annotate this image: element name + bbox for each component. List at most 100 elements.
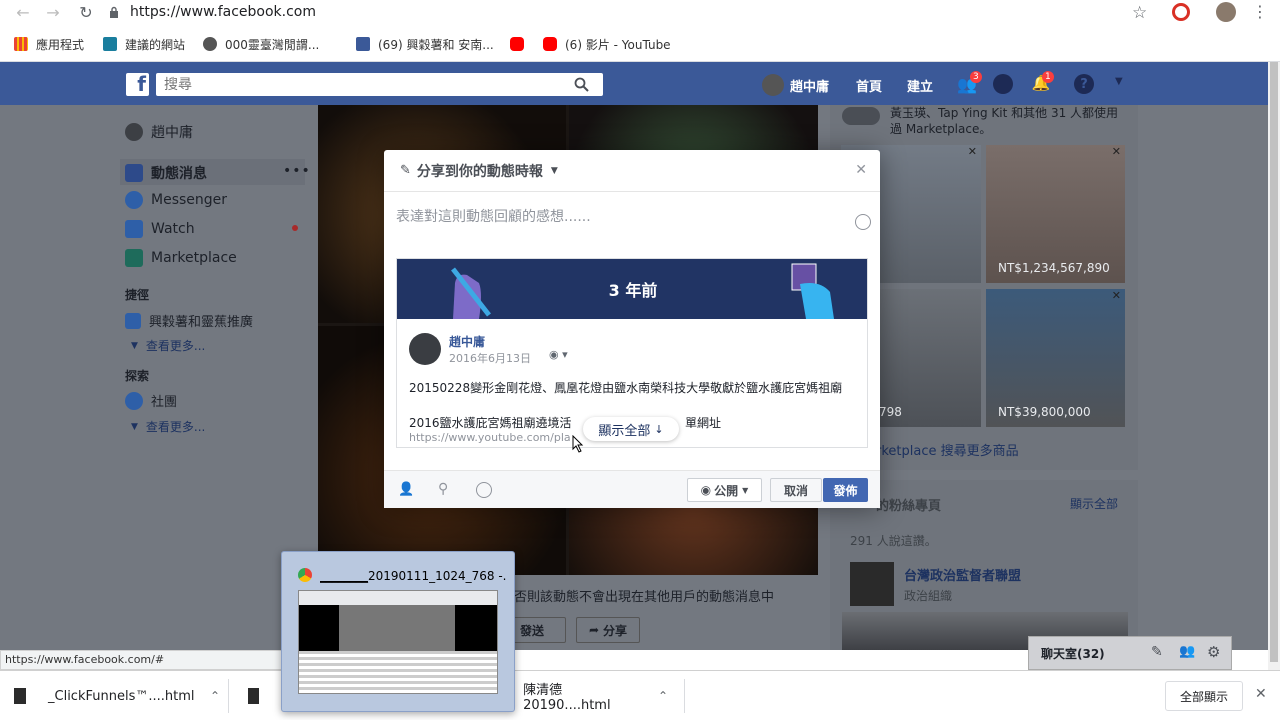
user-avatar[interactable] [762, 74, 784, 96]
listing-photo[interactable]: ✕ NT$39,800,000 [986, 289, 1125, 427]
back-icon[interactable]: ← [14, 3, 32, 22]
preview-title-text: 20190111_1024_768 -... [368, 569, 506, 583]
profile-avatar[interactable] [1216, 2, 1236, 22]
chat-bar[interactable]: 聊天室(32) ✎ 👥 ⚙ [1028, 636, 1232, 670]
sidebar-item-messenger[interactable]: Messenger [125, 191, 227, 209]
download-options-chevron-icon[interactable]: ⌃ [210, 689, 220, 703]
page-likes-count: 291 人說這讚。 [850, 534, 937, 548]
memory-banner: 3 年前 [397, 259, 867, 319]
menu-dots-icon[interactable]: ⋮ [1252, 2, 1268, 21]
bookmark-star-icon[interactable]: ☆ [1132, 3, 1147, 23]
share-comment-input[interactable]: 表達對這則動態回顧的感想...... [396, 206, 766, 244]
share-button[interactable]: ➦ 分享 [576, 617, 640, 643]
post-author[interactable]: 趙中庸 [449, 333, 485, 350]
messenger-icon[interactable] [993, 74, 1013, 94]
edit-pencil-icon: ✎ [400, 163, 411, 178]
sidebar-item-news-feed[interactable]: 動態消息 [125, 163, 207, 183]
post-visibility-notice: 否則該動態不會出現在其他用戶的動態消息中 [514, 590, 775, 605]
account-menu-chevron-icon[interactable]: ▼ [1115, 76, 1123, 87]
download-options-chevron-icon[interactable]: ⌃ [658, 689, 668, 703]
forward-icon[interactable]: → [44, 3, 62, 22]
page-thumbnail[interactable] [850, 562, 894, 606]
search-box[interactable] [156, 73, 603, 96]
bookmark-4[interactable]: (69) 興穀薯和 安南... [356, 33, 494, 55]
page-scrollbar[interactable] [1268, 62, 1280, 670]
page-name-link[interactable]: 台灣政治監督者聯盟 [904, 565, 1021, 584]
cancel-button[interactable]: 取消 [770, 478, 822, 502]
post-label: 發佈 [833, 483, 858, 498]
chat-settings-gear-icon[interactable]: ⚙ [1207, 643, 1220, 661]
post-date[interactable]: 2016年6月13日 [449, 350, 531, 366]
nav-home[interactable]: 首頁 [856, 76, 882, 95]
show-all-button[interactable]: 顯示全部 ↓ [583, 417, 679, 441]
dialog-title[interactable]: 分享到你的動態時報 [417, 161, 543, 181]
tag-friends-icon[interactable]: 👤 [398, 482, 414, 497]
html-file-icon [14, 688, 26, 704]
friends-avatars [842, 107, 880, 125]
browser-chrome: ← → ↻ https://www.facebook.com ☆ ⋮ 應用程式 … [0, 0, 1280, 62]
taskbar-window-preview[interactable]: ________20190111_1024_768 -... [281, 551, 515, 712]
bookmark-apps[interactable]: 應用程式 [14, 33, 84, 55]
sidebar-item-marketplace[interactable]: Marketplace [125, 249, 237, 267]
marketplace-search-more-link[interactable]: rketplace 搜尋更多商品 [876, 440, 1019, 459]
shortcut-item[interactable]: 興穀薯和靈蕉推廣 [125, 311, 253, 330]
location-pin-icon[interactable]: ⚲ [438, 481, 448, 497]
close-icon[interactable]: ✕ [1112, 289, 1121, 302]
search-icon[interactable] [573, 76, 589, 92]
post-text-line2: 2016鹽水護庇宮媽祖廟遶境活 [409, 416, 572, 430]
help-icon[interactable]: ? [1074, 74, 1094, 94]
bookmark-3[interactable]: 000靈臺灣閒謂... [203, 33, 319, 55]
share-target-chevron-icon[interactable]: ▼ [551, 166, 558, 176]
privacy-selector[interactable]: ◉ 公開 ▼ [687, 478, 762, 502]
see-more-explore[interactable]: ▼ 查看更多... [125, 418, 205, 435]
compose-icon[interactable]: ✎ [1151, 644, 1163, 660]
group-chat-icon[interactable]: 👥 [1179, 644, 1195, 659]
screen: ← → ↻ https://www.facebook.com ☆ ⋮ 應用程式 … [0, 0, 1280, 720]
sidebar-item-label: Watch [151, 221, 195, 237]
html-file-icon [248, 688, 260, 704]
more-options-icon[interactable]: ••• [283, 163, 311, 179]
listing-price: NT$39,800,000 [998, 405, 1091, 419]
download-filename: 陳清德20190....html [523, 683, 611, 713]
close-icon[interactable]: ✕ [855, 162, 867, 178]
post-text: 20150228變形金剛花燈、鳳凰花燈由鹽水南榮科技大學敬獻於鹽水護庇宮媽祖廟 [409, 381, 843, 395]
search-input[interactable] [156, 73, 556, 96]
left-user-item[interactable]: 趙中庸 [125, 122, 193, 142]
listing-photo[interactable]: ✕ NT$1,234,567,890 [986, 145, 1125, 283]
close-download-shelf-icon[interactable]: ✕ [1255, 686, 1267, 702]
post-link[interactable]: https://www.youtube.com/pla [409, 431, 571, 444]
avatar[interactable] [409, 333, 441, 365]
page-category: 政治組織 [904, 589, 953, 603]
marketplace-friends-text: 黃玉瑛、Tap Ying Kit 和其他 31 人都使用過 Marketplac… [890, 106, 1119, 136]
see-more-shortcuts[interactable]: ▼ 查看更多... [125, 337, 205, 354]
emoji-icon[interactable] [855, 214, 871, 230]
close-icon[interactable]: ✕ [1112, 145, 1121, 158]
share-arrow-icon: ➦ [588, 623, 600, 637]
bookmark-youtube[interactable]: (6) 影片 - YouTube [543, 33, 671, 55]
sidebar-item-watch[interactable]: Watch [125, 220, 195, 238]
show-all-label: 顯示全部 [598, 423, 651, 439]
chrome-icon [298, 568, 312, 582]
sidebar-item-groups[interactable]: 社團 [125, 391, 177, 410]
nav-user-name[interactable]: 趙中庸 [790, 76, 829, 95]
send-button-label: 發送 [519, 623, 544, 638]
audience-globe-icon[interactable]: ◉ ▾ [549, 348, 568, 361]
close-icon[interactable]: ✕ [968, 145, 977, 158]
listing-price: NT$1,234,567,890 [998, 261, 1110, 275]
nav-create[interactable]: 建立 [907, 76, 933, 95]
see-all-pages-link[interactable]: 顯示全部 [1070, 495, 1118, 512]
bookmark-suggested[interactable]: 建議的網站 [103, 33, 185, 55]
bookmark-5[interactable] [510, 33, 532, 55]
opera-extension-icon[interactable] [1172, 3, 1190, 21]
facebook-logo-icon[interactable]: f [126, 72, 149, 96]
address-bar[interactable]: https://www.facebook.com [108, 0, 1160, 24]
post-button[interactable]: 發佈 [823, 478, 868, 502]
bookmark-label: 應用程式 [36, 37, 85, 52]
reload-icon[interactable]: ↻ [77, 3, 95, 22]
feeling-emoji-icon[interactable] [476, 482, 492, 498]
show-all-downloads-button[interactable]: 全部顯示 [1165, 681, 1243, 711]
fan-pages-heading: 的粉絲專頁 [876, 499, 942, 514]
download-item-1[interactable]: _ClickFunnels™....html ⌃ [14, 683, 220, 709]
see-more-label: 查看更多... [145, 420, 206, 434]
download-filename: _ClickFunnels™....html [48, 688, 195, 704]
